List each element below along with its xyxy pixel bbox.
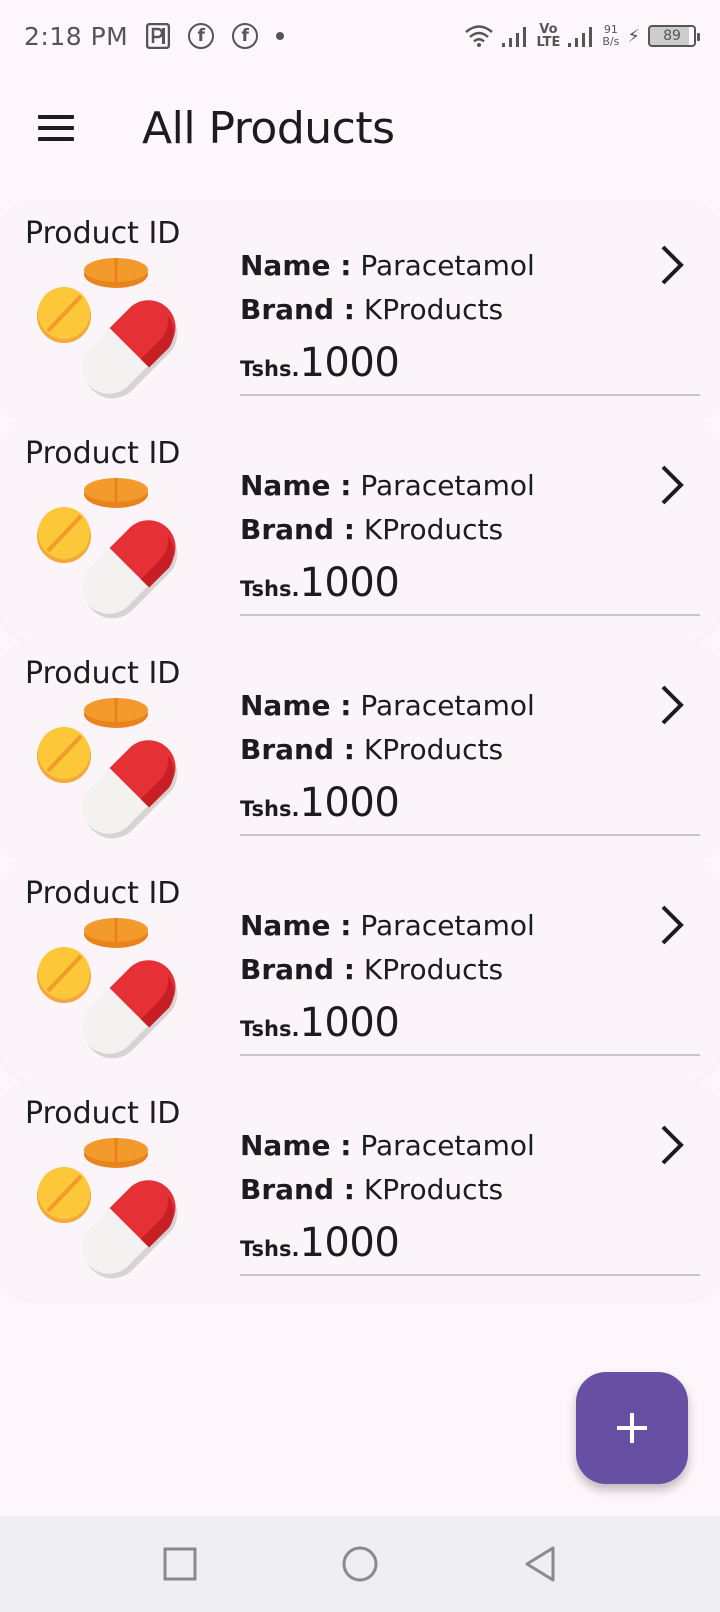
price-row: Tshs. 1000	[240, 780, 700, 826]
chevron-right-icon[interactable]	[650, 240, 694, 290]
product-details: Name : Paracetamol Brand : KProducts Tsh…	[240, 684, 700, 826]
product-card[interactable]: Product ID Name : Paracetamol Brand : KP…	[0, 200, 720, 420]
net-speed: 91 B/s	[602, 23, 620, 48]
product-price: 1000	[299, 780, 400, 826]
product-name: Paracetamol	[360, 689, 535, 722]
battery-icon: 89	[648, 25, 700, 47]
charging-icon: ⚡	[627, 25, 640, 47]
system-nav-bar	[0, 1516, 720, 1612]
product-id-label: Product ID	[25, 216, 181, 251]
product-name: Paracetamol	[360, 469, 535, 502]
page-title: All Products	[142, 102, 395, 154]
wifi-icon	[464, 24, 494, 48]
product-card[interactable]: Product ID Name : Paracetamol Brand : KP…	[0, 1080, 720, 1300]
product-brand-line: Brand : KProducts	[240, 1173, 504, 1206]
divider	[240, 1054, 700, 1056]
divider	[240, 394, 700, 396]
product-brand-line: Brand : KProducts	[240, 953, 504, 986]
chevron-right-icon[interactable]	[650, 1120, 694, 1170]
medicine-pills-icon	[37, 478, 178, 619]
battery-level: 89	[663, 28, 681, 44]
product-name-line: Name : Paracetamol	[240, 1129, 535, 1162]
product-price: 1000	[299, 1220, 400, 1266]
status-right: Vo LTE 91 B/s ⚡ 89	[464, 22, 700, 50]
price-row: Tshs. 1000	[240, 1000, 700, 1046]
signal-icon	[502, 25, 528, 47]
product-brand-line: Brand : KProducts	[240, 513, 504, 546]
product-details: Name : Paracetamol Brand : KProducts Tsh…	[240, 244, 700, 386]
divider	[240, 614, 700, 616]
dot-icon	[276, 32, 285, 40]
product-card[interactable]: Product ID Name : Paracetamol Brand : KP…	[0, 640, 720, 860]
product-id-label: Product ID	[25, 1096, 181, 1131]
status-time: 2:18 PM	[24, 21, 129, 51]
divider	[240, 834, 700, 836]
menu-icon[interactable]	[26, 98, 86, 158]
square-icon[interactable]	[150, 1534, 210, 1594]
product-brand-line: Brand : KProducts	[240, 293, 504, 326]
price-row: Tshs. 1000	[240, 340, 700, 386]
currency-label: Tshs.	[240, 577, 300, 601]
medicine-pills-icon	[37, 698, 178, 839]
plus-icon	[617, 1413, 647, 1443]
app-bar: All Products	[0, 80, 720, 176]
product-name: Paracetamol	[360, 909, 535, 942]
product-name-line: Name : Paracetamol	[240, 249, 535, 282]
product-list: Product ID Name : Paracetamol Brand : KP…	[0, 200, 720, 1300]
product-details: Name : Paracetamol Brand : KProducts Tsh…	[240, 904, 700, 1046]
chevron-right-icon[interactable]	[650, 900, 694, 950]
product-brand-line: Brand : KProducts	[240, 733, 504, 766]
product-details: Name : Paracetamol Brand : KProducts Tsh…	[240, 1124, 700, 1266]
currency-label: Tshs.	[240, 797, 300, 821]
add-product-button[interactable]	[576, 1372, 688, 1484]
status-left: 2:18 PM f f	[24, 21, 285, 51]
product-name: Paracetamol	[360, 249, 535, 282]
product-price: 1000	[299, 340, 400, 386]
product-id-label: Product ID	[25, 656, 181, 691]
volte-indicator: Vo LTE	[536, 22, 561, 50]
medicine-pills-icon	[37, 258, 178, 399]
medicine-pills-icon	[37, 1138, 178, 1279]
product-name: Paracetamol	[360, 1129, 535, 1162]
price-row: Tshs. 1000	[240, 560, 700, 606]
product-card[interactable]: Product ID Name : Paracetamol Brand : KP…	[0, 420, 720, 640]
product-card[interactable]: Product ID Name : Paracetamol Brand : KP…	[0, 860, 720, 1080]
divider	[240, 1274, 700, 1276]
product-id-label: Product ID	[25, 436, 181, 471]
currency-label: Tshs.	[240, 1017, 300, 1041]
signal-icon	[568, 25, 594, 47]
product-id-label: Product ID	[25, 876, 181, 911]
chevron-right-icon[interactable]	[650, 680, 694, 730]
product-brand: KProducts	[363, 513, 504, 546]
product-name-line: Name : Paracetamol	[240, 689, 535, 722]
facebook-icon: f	[232, 23, 259, 49]
chevron-right-icon[interactable]	[650, 460, 694, 510]
product-name-line: Name : Paracetamol	[240, 469, 535, 502]
parking-icon	[146, 23, 171, 49]
product-brand: KProducts	[363, 733, 504, 766]
currency-label: Tshs.	[240, 357, 300, 381]
product-brand: KProducts	[363, 1173, 504, 1206]
product-brand: KProducts	[363, 293, 504, 326]
status-bar: 2:18 PM f f Vo LTE 91 B/s ⚡ 89	[0, 0, 720, 72]
product-name-line: Name : Paracetamol	[240, 909, 535, 942]
facebook-icon: f	[188, 23, 215, 49]
product-brand: KProducts	[363, 953, 504, 986]
back-triangle-icon[interactable]	[510, 1534, 570, 1594]
price-row: Tshs. 1000	[240, 1220, 700, 1266]
medicine-pills-icon	[37, 918, 178, 1059]
product-price: 1000	[299, 1000, 400, 1046]
circle-icon[interactable]	[330, 1534, 390, 1594]
currency-label: Tshs.	[240, 1237, 300, 1261]
product-price: 1000	[299, 560, 400, 606]
product-details: Name : Paracetamol Brand : KProducts Tsh…	[240, 464, 700, 606]
